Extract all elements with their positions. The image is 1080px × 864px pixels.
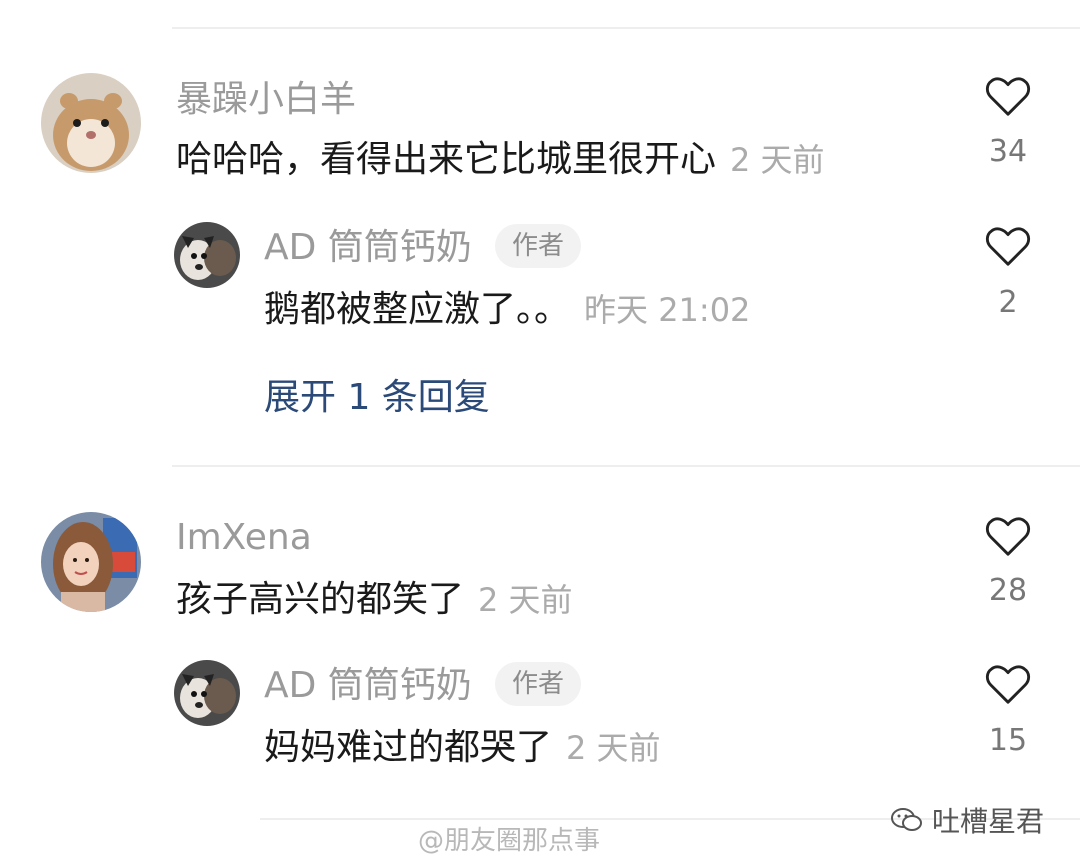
comment-time: 2 天前 <box>730 141 825 179</box>
divider-top <box>172 27 1080 29</box>
heart-outline-icon[interactable] <box>985 226 1031 268</box>
heart-outline-icon[interactable] <box>985 76 1031 118</box>
comment-body: 哈哈哈，看得出来它比城里很开心 <box>176 139 717 180</box>
comment-time: 2 天前 <box>478 581 573 619</box>
reply-body: 鹅都被整应激了。。 <box>264 289 571 330</box>
comment-text: 哈哈哈，看得出来它比城里很开心 2 天前 <box>176 142 825 178</box>
avatar-author-dog[interactable] <box>174 222 240 288</box>
reply-text: 妈妈难过的都哭了 2 天前 <box>264 730 661 766</box>
heart-outline-icon[interactable] <box>985 516 1031 558</box>
reply-username[interactable]: AD 筒筒钙奶 <box>264 668 472 704</box>
reply-time: 2 天前 <box>566 729 661 767</box>
avatar-author-dog[interactable] <box>174 660 240 726</box>
heart-outline-icon[interactable] <box>985 664 1031 706</box>
wechat-watermark: 吐槽星君 <box>890 800 1044 840</box>
like-count: 28 <box>988 573 1028 608</box>
author-badge: 作者 <box>495 224 582 268</box>
wechat-watermark-text: 吐槽星君 <box>932 805 1045 838</box>
expand-replies-link[interactable]: 展开 1 条回复 <box>264 380 490 416</box>
avatar-imxena[interactable] <box>41 512 141 612</box>
comment-text: 孩子高兴的都笑了 2 天前 <box>176 582 573 618</box>
reply-body: 妈妈难过的都哭了 <box>264 727 553 768</box>
comment-username[interactable]: ImXena <box>176 520 312 556</box>
like-count: 2 <box>998 285 1018 320</box>
reply-username[interactable]: AD 筒筒钙奶 <box>264 230 472 266</box>
divider-middle <box>172 465 1080 467</box>
like-count: 15 <box>988 723 1028 758</box>
reply-time: 昨天 21:02 <box>584 291 751 329</box>
like-count: 34 <box>988 134 1028 169</box>
weibo-watermark: @朋友圈那点事 <box>418 826 601 856</box>
author-badge: 作者 <box>495 662 582 706</box>
wechat-icon <box>891 808 922 831</box>
comment-body: 孩子高兴的都笑了 <box>176 579 465 620</box>
comment-username[interactable]: 暴躁小白羊 <box>176 82 356 118</box>
reply-text: 鹅都被整应激了。。 昨天 21:02 <box>264 292 750 328</box>
avatar-hamster[interactable] <box>41 73 141 173</box>
